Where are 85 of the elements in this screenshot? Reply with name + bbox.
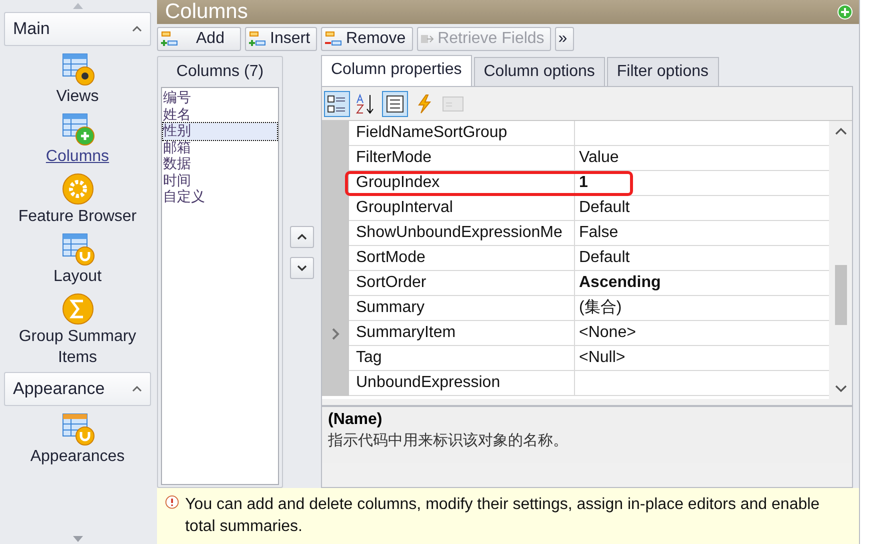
property-value[interactable]: <Null> <box>575 346 829 370</box>
add-icon[interactable] <box>837 4 853 20</box>
chevron-icon <box>132 26 142 32</box>
property-row[interactable]: FilterMode Value <box>322 146 829 171</box>
property-name: FieldNameSortGroup <box>349 121 575 145</box>
property-value[interactable]: Value <box>575 146 829 170</box>
property-name: Summary <box>349 296 575 320</box>
toolbar-button[interactable]: » <box>555 27 574 51</box>
column-item[interactable]: 数据 <box>163 156 277 172</box>
description-title: (Name) <box>328 411 384 429</box>
sidebar-item[interactable]: Group Summary Items <box>4 290 151 371</box>
table-icon <box>60 232 94 266</box>
move-up-button[interactable] <box>290 226 314 248</box>
column-item[interactable]: 邮箱 <box>163 140 277 156</box>
grid-tool-button[interactable] <box>324 90 350 116</box>
list-edit-icon <box>248 31 266 47</box>
tab[interactable]: Column properties <box>321 55 472 86</box>
property-row[interactable]: GroupIndex 1 <box>322 171 829 196</box>
toolbar-button[interactable]: Remove <box>321 27 413 51</box>
property-name: FilterMode <box>349 146 575 170</box>
info-text: You can add and delete columns, modify their settings, assign in-place editors and enable total summaries. <box>185 495 821 537</box>
panel-title: Columns (7) <box>175 62 265 82</box>
sidebar-item[interactable]: Views <box>4 50 151 110</box>
row-pointer-icon <box>332 328 340 340</box>
tab[interactable]: Filter options <box>606 57 718 86</box>
property-value[interactable]: 1 <box>575 171 829 195</box>
property-row[interactable]: Summary (集合) <box>322 296 829 321</box>
property-name: GroupIndex <box>349 171 575 195</box>
property-row[interactable]: GroupInterval Default <box>322 196 829 221</box>
toolbar-button[interactable]: Insert <box>245 27 318 51</box>
group-header[interactable]: Main <box>4 12 151 46</box>
scroll-up-icon[interactable] <box>834 127 846 135</box>
column-item[interactable]: 性别 <box>163 123 277 140</box>
property-row[interactable]: UnboundExpression <box>322 371 829 396</box>
property-value[interactable]: <None> <box>575 321 829 345</box>
property-name: SortOrder <box>349 271 575 295</box>
column-item[interactable]: 姓名 <box>163 106 277 123</box>
property-value[interactable]: Default <box>575 246 829 270</box>
list-edit-icon <box>324 31 342 47</box>
chevron-icon <box>132 386 142 392</box>
categorized-icon <box>327 94 347 114</box>
table-icon <box>60 112 94 146</box>
table-icon <box>60 412 94 446</box>
property-value[interactable]: Default <box>575 196 829 220</box>
property-row[interactable]: SortOrder Ascending <box>322 271 829 296</box>
lightning-icon <box>416 94 432 114</box>
sidebar-item[interactable]: Appearances <box>4 410 151 470</box>
property-name: SortMode <box>349 246 575 270</box>
property-name: SummaryItem <box>349 321 575 345</box>
property-value[interactable]: (集合) <box>575 296 829 320</box>
sigma-icon <box>60 292 94 326</box>
property-name: UnboundExpression <box>349 371 575 395</box>
gear-icon <box>60 172 94 206</box>
column-item[interactable]: 编号 <box>163 90 277 106</box>
column-item[interactable]: 自定义 <box>163 189 277 206</box>
chevron-down-icon <box>297 264 307 270</box>
scroll-down-icon[interactable] <box>834 385 846 393</box>
property-pages-icon <box>442 94 464 112</box>
property-value[interactable]: Ascending <box>575 271 829 295</box>
property-row[interactable]: FieldNameSortGroup <box>322 121 829 146</box>
chevron-up-icon <box>297 234 307 240</box>
sidebar-item[interactable]: Layout <box>4 230 151 290</box>
table-icon <box>60 52 94 86</box>
property-row[interactable]: SortMode Default <box>322 246 829 271</box>
scroll-thumb[interactable] <box>834 265 846 325</box>
tab[interactable]: Column options <box>474 57 605 86</box>
sidebar-item[interactable]: Feature Browser <box>4 170 151 230</box>
move-down-button[interactable] <box>290 256 314 278</box>
property-row[interactable]: SummaryItem <None> <box>322 321 829 346</box>
property-name: ShowUnboundExpressionMe <box>349 221 575 245</box>
property-list-icon <box>386 94 404 112</box>
group-header[interactable]: Appearance <box>4 372 151 406</box>
title-text: Columns <box>165 0 248 24</box>
column-item[interactable]: 时间 <box>163 172 277 189</box>
description-text: 指示代码中用来标识该对象的名称。 <box>328 431 569 450</box>
retrieve-icon <box>420 32 434 46</box>
toolbar-button[interactable]: Add <box>157 27 241 51</box>
grid-tool-button[interactable] <box>382 90 408 116</box>
property-name: Tag <box>349 346 575 370</box>
sidebar-item[interactable]: Columns <box>4 110 151 170</box>
property-row[interactable]: Tag <Null> <box>322 346 829 371</box>
property-name: GroupInterval <box>349 196 575 220</box>
property-row[interactable]: ShowUnboundExpressionMe False <box>322 221 829 246</box>
property-value[interactable]: False <box>575 221 829 245</box>
list-edit-icon <box>160 31 178 47</box>
